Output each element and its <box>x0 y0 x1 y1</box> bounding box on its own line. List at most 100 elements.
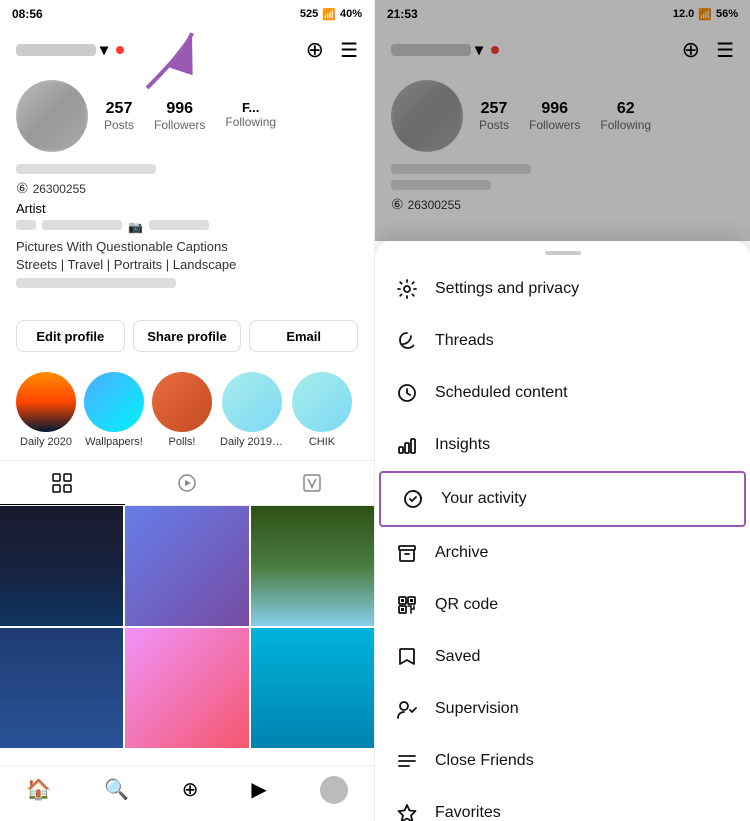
nav-reels-icon[interactable]: ▶ <box>251 777 266 802</box>
menu-item-qr[interactable]: QR code <box>375 579 750 631</box>
nav-search-icon[interactable]: 🔍 <box>104 777 129 802</box>
followers-number-left: 996 <box>166 100 193 118</box>
nav-profile-icon[interactable] <box>320 776 348 804</box>
story-circle-wallpapers <box>84 372 144 432</box>
chevron-down-icon-left: ▾ <box>100 40 108 60</box>
notification-dot-left <box>116 46 124 54</box>
id-badge-left: ⑥ 26300255 <box>16 180 358 197</box>
story-daily2019[interactable]: Daily 2019! [S2] <box>220 372 284 448</box>
add-post-icon[interactable]: ⊕ <box>306 37 324 63</box>
stats-row-left: 257 Posts 996 Followers F... Following <box>104 100 358 132</box>
menu-item-supervision[interactable]: Supervision <box>375 683 750 735</box>
nav-add-icon[interactable]: ⊕ <box>182 777 199 802</box>
profile-details-left: ⑥ 26300255 Artist 📷 Pictures With Questi… <box>16 180 358 288</box>
time-left: 08:56 <box>12 7 43 21</box>
scheduled-label: Scheduled content <box>435 384 568 402</box>
close-friends-label: Close Friends <box>435 752 534 770</box>
settings-label: Settings and privacy <box>435 280 579 298</box>
username-left[interactable]: ▾ <box>16 40 124 60</box>
grid-photo-4[interactable] <box>0 628 123 748</box>
stories-row-left: Daily 2020 Wallpapers! Polls! Daily 2019… <box>0 364 374 456</box>
menu-item-saved[interactable]: Saved <box>375 631 750 683</box>
menu-item-threads[interactable]: Threads <box>375 315 750 367</box>
gear-icon <box>395 277 419 301</box>
supervision-icon <box>395 697 419 721</box>
followers-label-left: Followers <box>154 118 205 132</box>
edit-profile-button[interactable]: Edit profile <box>16 320 125 352</box>
favorites-label: Favorites <box>435 804 501 821</box>
activity-icon <box>401 487 425 511</box>
photo-grid-left <box>0 506 374 748</box>
menu-item-archive[interactable]: Archive <box>375 527 750 579</box>
archive-label: Archive <box>435 544 488 562</box>
menu-item-favorites[interactable]: Favorites <box>375 787 750 821</box>
grid-photo-2[interactable] <box>125 506 248 626</box>
share-profile-button[interactable]: Share profile <box>133 320 242 352</box>
story-polls[interactable]: Polls! <box>152 372 212 448</box>
close-friends-icon <box>395 749 419 773</box>
sheet-handle <box>545 251 581 255</box>
story-label-daily2020: Daily 2020 <box>20 436 72 448</box>
username-blur-left <box>16 44 96 56</box>
right-panel: 21:53 12.0 📶 56% ▾ ⊕ ☰ 257 Posts <box>375 0 750 821</box>
archive-icon <box>395 541 419 565</box>
nav-home-icon[interactable]: 🏠 <box>26 777 51 802</box>
grid-photo-1[interactable] <box>0 506 123 626</box>
menu-item-insights[interactable]: Insights <box>375 419 750 471</box>
story-circle-polls <box>152 372 212 432</box>
story-circle-daily2020 <box>16 372 76 432</box>
link-row-left: 📷 <box>16 220 358 234</box>
story-daily2020[interactable]: Daily 2020 <box>16 372 76 448</box>
grid-photo-6[interactable] <box>251 628 374 748</box>
story-label-chik: CHIK <box>309 436 335 448</box>
scheduled-icon <box>395 381 419 405</box>
saved-icon <box>395 645 419 669</box>
display-name-blur-left <box>16 164 156 174</box>
tab-reels[interactable] <box>125 461 250 505</box>
email-button[interactable]: Email <box>249 320 358 352</box>
tab-tagged[interactable] <box>249 461 374 505</box>
profile-section-left: 257 Posts 996 Followers F... Following ⑥… <box>0 72 374 308</box>
menu-item-scheduled[interactable]: Scheduled content <box>375 367 750 419</box>
story-chik[interactable]: CHIK <box>292 372 352 448</box>
following-label-left: Following <box>225 115 276 129</box>
posts-number-left: 257 <box>106 100 133 118</box>
qr-icon <box>395 593 419 617</box>
followers-stat-left: 996 Followers <box>154 100 205 132</box>
activity-label: Your activity <box>441 490 527 508</box>
favorites-icon <box>395 801 419 821</box>
tagged-icon <box>302 473 322 493</box>
extra-link-blur <box>16 278 176 288</box>
profile-id-left: 26300255 <box>33 182 86 196</box>
story-circle-daily2019 <box>222 372 282 432</box>
story-label-daily2019: Daily 2019! [S2] <box>220 436 284 448</box>
grid-icon <box>52 473 72 493</box>
threads-label: Threads <box>435 332 494 350</box>
reels-icon <box>177 473 197 493</box>
role-left: Artist <box>16 201 358 216</box>
header-left: ▾ ⊕ ☰ <box>0 28 374 72</box>
bottom-nav-left: 🏠 🔍 ⊕ ▶ <box>0 765 374 821</box>
posts-label-left: Posts <box>104 118 134 132</box>
saved-label: Saved <box>435 648 480 666</box>
menu-item-settings[interactable]: Settings and privacy <box>375 263 750 315</box>
threads-icon <box>395 329 419 353</box>
profile-buttons-left: Edit profile Share profile Email <box>16 320 358 352</box>
grid-photo-3[interactable] <box>251 506 374 626</box>
insights-label: Insights <box>435 436 490 454</box>
menu-item-activity[interactable]: Your activity <box>379 471 746 527</box>
story-wallpapers[interactable]: Wallpapers! <box>84 372 144 448</box>
grid-photo-5[interactable] <box>125 628 248 748</box>
tabs-row-left <box>0 460 374 506</box>
story-label-wallpapers: Wallpapers! <box>85 436 143 448</box>
menu-icon-left[interactable]: ☰ <box>340 38 358 63</box>
tab-grid[interactable] <box>0 461 125 505</box>
dim-overlay <box>375 0 750 241</box>
menu-item-close-friends[interactable]: Close Friends <box>375 735 750 787</box>
story-circle-chik <box>292 372 352 432</box>
supervision-label: Supervision <box>435 700 519 718</box>
insights-icon <box>395 433 419 457</box>
story-label-polls: Polls! <box>169 436 196 448</box>
left-panel: 08:56 525 📶 40% ▾ ⊕ ☰ <box>0 0 375 821</box>
bottom-sheet-menu: Settings and privacy Threads Scheduled c… <box>375 241 750 821</box>
